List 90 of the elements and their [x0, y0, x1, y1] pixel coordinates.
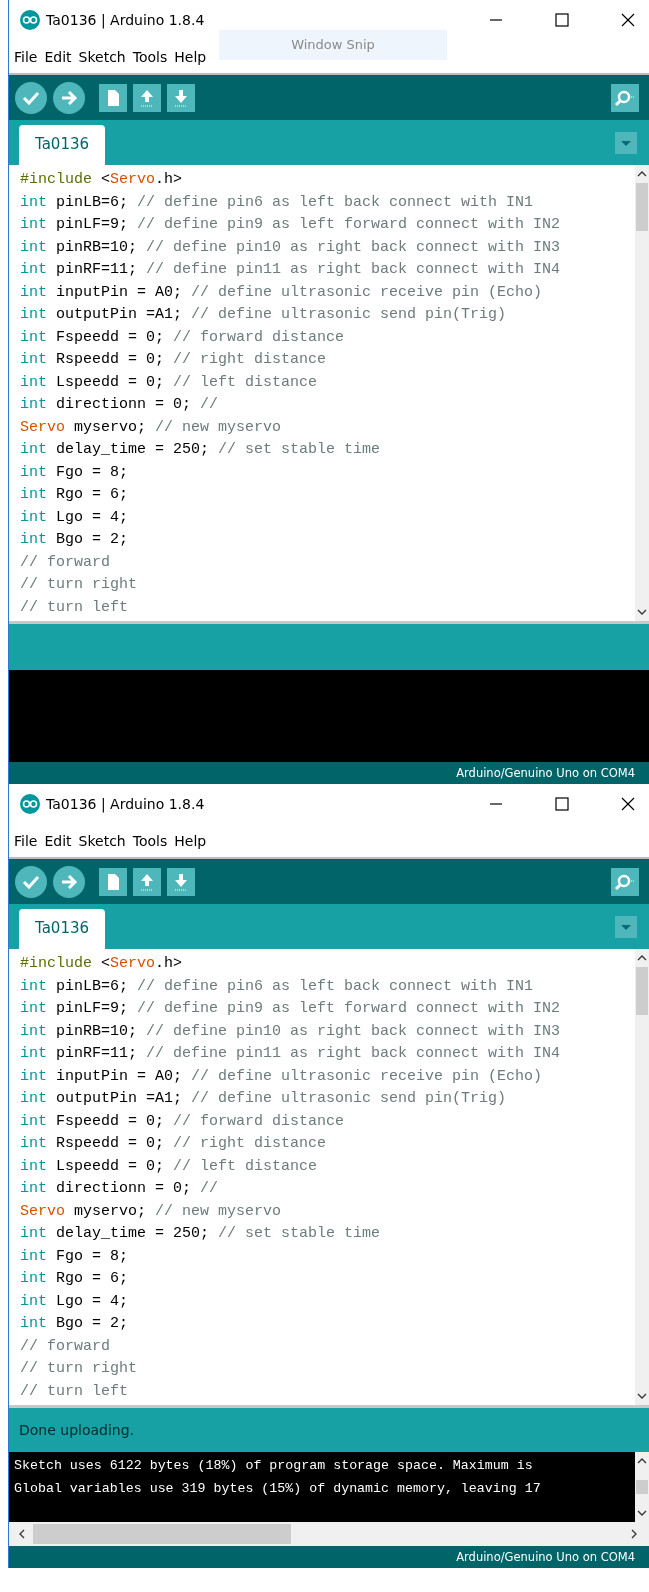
code-line: #include <Servo.h>	[20, 170, 184, 190]
code-line: int Bgo = 2;	[20, 1314, 130, 1334]
scrollbar-thumb[interactable]	[636, 183, 648, 231]
scroll-up-icon[interactable]	[637, 1458, 647, 1464]
menu-item[interactable]: Sketch	[78, 48, 126, 65]
code-line: int Bgo = 2;	[20, 530, 130, 550]
tab-menu-dropdown-icon[interactable]	[615, 131, 637, 154]
snip-overlay-label: Window Snip	[219, 30, 447, 60]
board-port-label: Arduino/Genuino Uno on COM4	[456, 766, 635, 780]
sketch-tab[interactable]: Ta0136	[19, 125, 106, 165]
tab-menu-dropdown-icon[interactable]	[615, 915, 637, 938]
window-title: Ta0136 | Arduino 1.8.4	[46, 12, 205, 28]
scrollbar-thumb[interactable]	[33, 1524, 291, 1544]
new-file-icon[interactable]	[99, 867, 127, 896]
code-line: int pinRB=10; // define pin10 as right back connect with IN3	[20, 1021, 562, 1042]
code-line: Servo myservo; // new myservo	[20, 1201, 283, 1222]
code-line: Servo myservo; // new myservo	[20, 417, 283, 438]
code-line: int pinLF=9; // define pin9 as left forward connect with IN2	[20, 999, 562, 1019]
code-line: int inputPin = A0; // define ultrasonic receive pin (Echo)	[20, 1066, 544, 1087]
code-line: int Lgo = 4;	[20, 507, 130, 528]
menu-item[interactable]: File	[14, 48, 38, 65]
board-port-label: Arduino/Genuino Uno on COM4	[456, 1550, 635, 1564]
code-line: int Fgo = 8;	[20, 1246, 130, 1267]
code-line: int outputPin =A1; // define ultrasonic send pin(Trig)	[20, 305, 508, 325]
code-line: int pinLF=9; // define pin9 as left forward connect with IN2	[20, 215, 562, 235]
scroll-right-icon[interactable]	[631, 1529, 637, 1539]
close-icon[interactable]	[621, 13, 635, 27]
maximize-icon[interactable]	[555, 797, 569, 811]
code-line: int pinRF=11; // define pin11 as right back connect with IN4	[20, 1044, 562, 1064]
horizontal-scrollbar[interactable]	[9, 1522, 649, 1546]
console-line: Global variables use 319 bytes (15%) of dynamic memory, leaving 17	[14, 1480, 542, 1498]
status-message: Done uploading.	[19, 1422, 135, 1438]
code-line: #include <Servo.h>	[20, 954, 184, 974]
sketch-tab[interactable]: Ta0136	[19, 909, 106, 949]
code-line: int directionn = 0; //	[20, 1179, 220, 1199]
code-line: int delay_time = 250; // set stable time	[20, 440, 382, 460]
code-line: int Rgo = 6;	[20, 1269, 130, 1289]
code-line: // forward	[20, 1336, 111, 1357]
verify-check-icon[interactable]	[15, 865, 47, 898]
menu-item[interactable]: Tools	[132, 48, 168, 65]
scroll-down-icon[interactable]	[637, 1510, 647, 1516]
scroll-down-icon[interactable]	[637, 1393, 647, 1399]
menu-item[interactable]: File	[14, 832, 38, 849]
code-line: int Fspeedd = 0; // forward distance	[20, 1111, 346, 1132]
code-line: // turn left	[20, 1381, 130, 1402]
new-file-icon[interactable]	[99, 83, 127, 112]
code-line: int Fspeedd = 0; // forward distance	[20, 327, 346, 348]
code-line: int pinRB=10; // define pin10 as right back connect with IN3	[20, 237, 562, 258]
scroll-left-icon[interactable]	[19, 1529, 25, 1539]
scrollbar-thumb[interactable]	[636, 967, 648, 1015]
code-line: // turn right	[20, 1359, 139, 1379]
code-line: int Lspeedd = 0; // left distance	[20, 372, 319, 393]
vertical-scrollbar[interactable]	[635, 165, 649, 621]
code-line: int Fgo = 8;	[20, 462, 130, 483]
code-line: int delay_time = 250; // set stable time	[20, 1224, 382, 1244]
code-line: int pinRF=11; // define pin11 as right back connect with IN4	[20, 260, 562, 280]
menu-item[interactable]: Sketch	[78, 832, 126, 849]
menu-item[interactable]: Edit	[44, 48, 72, 65]
code-line: // forward	[20, 552, 111, 573]
code-line: int inputPin = A0; // define ultrasonic receive pin (Echo)	[20, 282, 544, 303]
vertical-scrollbar[interactable]	[635, 949, 649, 1405]
code-line: int Rspeedd = 0; // right distance	[20, 350, 328, 370]
serial-monitor-icon[interactable]	[611, 83, 639, 112]
serial-monitor-icon[interactable]	[611, 867, 639, 896]
code-line: int Rspeedd = 0; // right distance	[20, 1134, 328, 1154]
menu-item[interactable]: Tools	[132, 832, 168, 849]
maximize-icon[interactable]	[555, 13, 569, 27]
console-line: Sketch uses 6122 bytes (18%) of program storage space. Maximum is	[14, 1457, 534, 1475]
menu-item[interactable]: Edit	[44, 832, 72, 849]
code-line: int Rgo = 6;	[20, 485, 130, 505]
code-line: int outputPin =A1; // define ultrasonic send pin(Trig)	[20, 1089, 508, 1109]
vertical-scrollbar[interactable]	[635, 1452, 649, 1522]
verify-check-icon[interactable]	[15, 81, 47, 114]
scroll-down-icon[interactable]	[637, 609, 647, 615]
scroll-up-icon[interactable]	[637, 171, 647, 177]
code-line: int pinLB=6; // define pin6 as left back connect with IN1	[20, 192, 535, 213]
code-line: int directionn = 0; //	[20, 395, 220, 415]
window-title: Ta0136 | Arduino 1.8.4	[46, 796, 205, 812]
code-line: // turn right	[20, 575, 139, 595]
arduino-logo-icon	[20, 10, 40, 30]
scrollbar-thumb[interactable]	[636, 1480, 648, 1494]
code-line: int Lgo = 4;	[20, 1291, 130, 1312]
arduino-logo-icon	[20, 794, 40, 814]
menu-item[interactable]: Help	[174, 48, 207, 65]
code-line: // turn left	[20, 597, 130, 618]
code-line: int Lspeedd = 0; // left distance	[20, 1156, 319, 1177]
scroll-up-icon[interactable]	[637, 955, 647, 961]
code-line: int pinLB=6; // define pin6 as left back connect with IN1	[20, 976, 535, 997]
menu-item[interactable]: Help	[174, 832, 207, 849]
close-icon[interactable]	[621, 797, 635, 811]
